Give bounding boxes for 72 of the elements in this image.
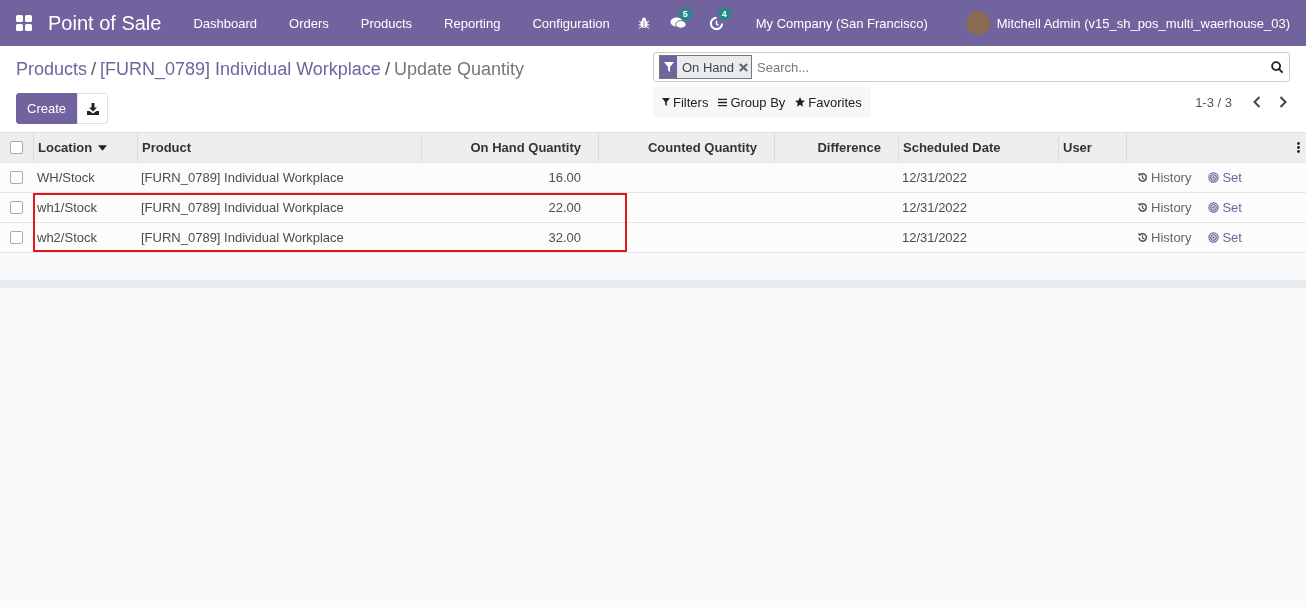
- optional-columns-icon[interactable]: [1297, 142, 1300, 153]
- search-facet[interactable]: On Hand: [659, 55, 753, 79]
- search-field[interactable]: On Hand Search...: [653, 52, 1290, 82]
- apps-menu-icon[interactable]: [16, 15, 32, 31]
- messages-count: 5: [678, 8, 692, 20]
- history-link[interactable]: History: [1137, 230, 1192, 245]
- search-option-button[interactable]: Favorites: [790, 94, 867, 110]
- table-cell: [FURN_0789] Individual Workplace: [141, 200, 344, 215]
- pager-value[interactable]: 1-3 / 3: [1195, 94, 1232, 110]
- breadcrumb-separator: /: [384, 59, 390, 80]
- clock-icon[interactable]: [708, 15, 724, 31]
- filter-icon: [660, 56, 677, 78]
- column-header[interactable]: User: [1058, 133, 1126, 162]
- column-header[interactable]: Location: [33, 133, 137, 162]
- column-header[interactable]: Counted Quantity: [598, 133, 774, 162]
- history-link[interactable]: History: [1137, 200, 1192, 215]
- download-button[interactable]: [77, 93, 109, 124]
- table-cell: 12/31/2022: [902, 170, 968, 185]
- chevron-right-icon: [1279, 96, 1287, 108]
- history-icon: [1137, 172, 1148, 183]
- breadcrumb-link[interactable]: Products: [16, 59, 88, 80]
- column-header[interactable]: On Hand Quantity: [421, 133, 598, 162]
- table-cell: [FURN_0789] Individual Workplace: [141, 230, 344, 245]
- table-cell: 12/31/2022: [902, 230, 968, 245]
- set-link[interactable]: Set: [1208, 170, 1242, 185]
- nav-menu-item[interactable]: Configuration: [516, 15, 626, 31]
- company-switcher[interactable]: My Company (San Francisco): [755, 15, 928, 31]
- breadcrumb-link[interactable]: [FURN_0789] Individual Workplace: [100, 59, 381, 80]
- breadcrumb-separator: /: [91, 59, 97, 80]
- row-checkbox[interactable]: [10, 231, 23, 244]
- create-button[interactable]: Create: [16, 93, 78, 124]
- select-all-checkbox[interactable]: [10, 141, 23, 154]
- chevron-left-icon: [1253, 96, 1261, 108]
- row-checkbox[interactable]: [10, 201, 23, 214]
- search-icon[interactable]: [1271, 60, 1284, 74]
- target-icon: [1208, 172, 1220, 183]
- nav-menu-item[interactable]: Dashboard: [177, 15, 274, 31]
- remove-facet-icon[interactable]: [739, 62, 749, 72]
- history-link[interactable]: History: [1137, 170, 1192, 185]
- row-checkbox[interactable]: [10, 171, 23, 184]
- bug-icon[interactable]: [637, 17, 650, 29]
- set-link[interactable]: Set: [1208, 200, 1242, 215]
- download-icon: [86, 102, 99, 115]
- search-option-button[interactable]: Group By: [713, 94, 791, 110]
- history-icon: [1137, 202, 1148, 213]
- history-icon: [1137, 232, 1148, 243]
- user-menu[interactable]: Mitchell Admin (v15_sh_pos_multi_waerhouse_03): [996, 15, 1291, 31]
- list-icon: [718, 97, 728, 107]
- app-title[interactable]: Point of Sale: [48, 11, 162, 35]
- table-cell: wh2/Stock: [37, 230, 97, 245]
- table-cell: 16.00: [548, 170, 581, 185]
- set-link[interactable]: Set: [1208, 230, 1242, 245]
- table-cell: [FURN_0789] Individual Workplace: [141, 170, 344, 185]
- table-cell: wh1/Stock: [37, 200, 97, 215]
- column-header[interactable]: Product: [137, 133, 421, 162]
- target-icon: [1208, 202, 1220, 213]
- nav-menu-item[interactable]: Products: [344, 15, 429, 31]
- search-option-button[interactable]: Filters: [657, 94, 714, 110]
- activities-count: 4: [717, 7, 731, 20]
- star-icon: [795, 97, 806, 107]
- table-cell: 32.00: [548, 230, 581, 245]
- nav-menu-item[interactable]: Reporting: [428, 15, 517, 31]
- nav-menu-item[interactable]: Orders: [273, 15, 345, 31]
- column-header[interactable]: Scheduled Date: [898, 133, 1058, 162]
- table-cell: 22.00: [548, 200, 581, 215]
- target-icon: [1208, 232, 1220, 243]
- breadcrumb-current: Update Quantity: [393, 59, 524, 80]
- column-header[interactable]: Difference: [774, 133, 898, 162]
- filter-icon: [662, 98, 670, 106]
- table-cell: WH/Stock: [37, 170, 95, 185]
- table-cell: 12/31/2022: [902, 200, 968, 215]
- chat-icon[interactable]: [669, 16, 687, 30]
